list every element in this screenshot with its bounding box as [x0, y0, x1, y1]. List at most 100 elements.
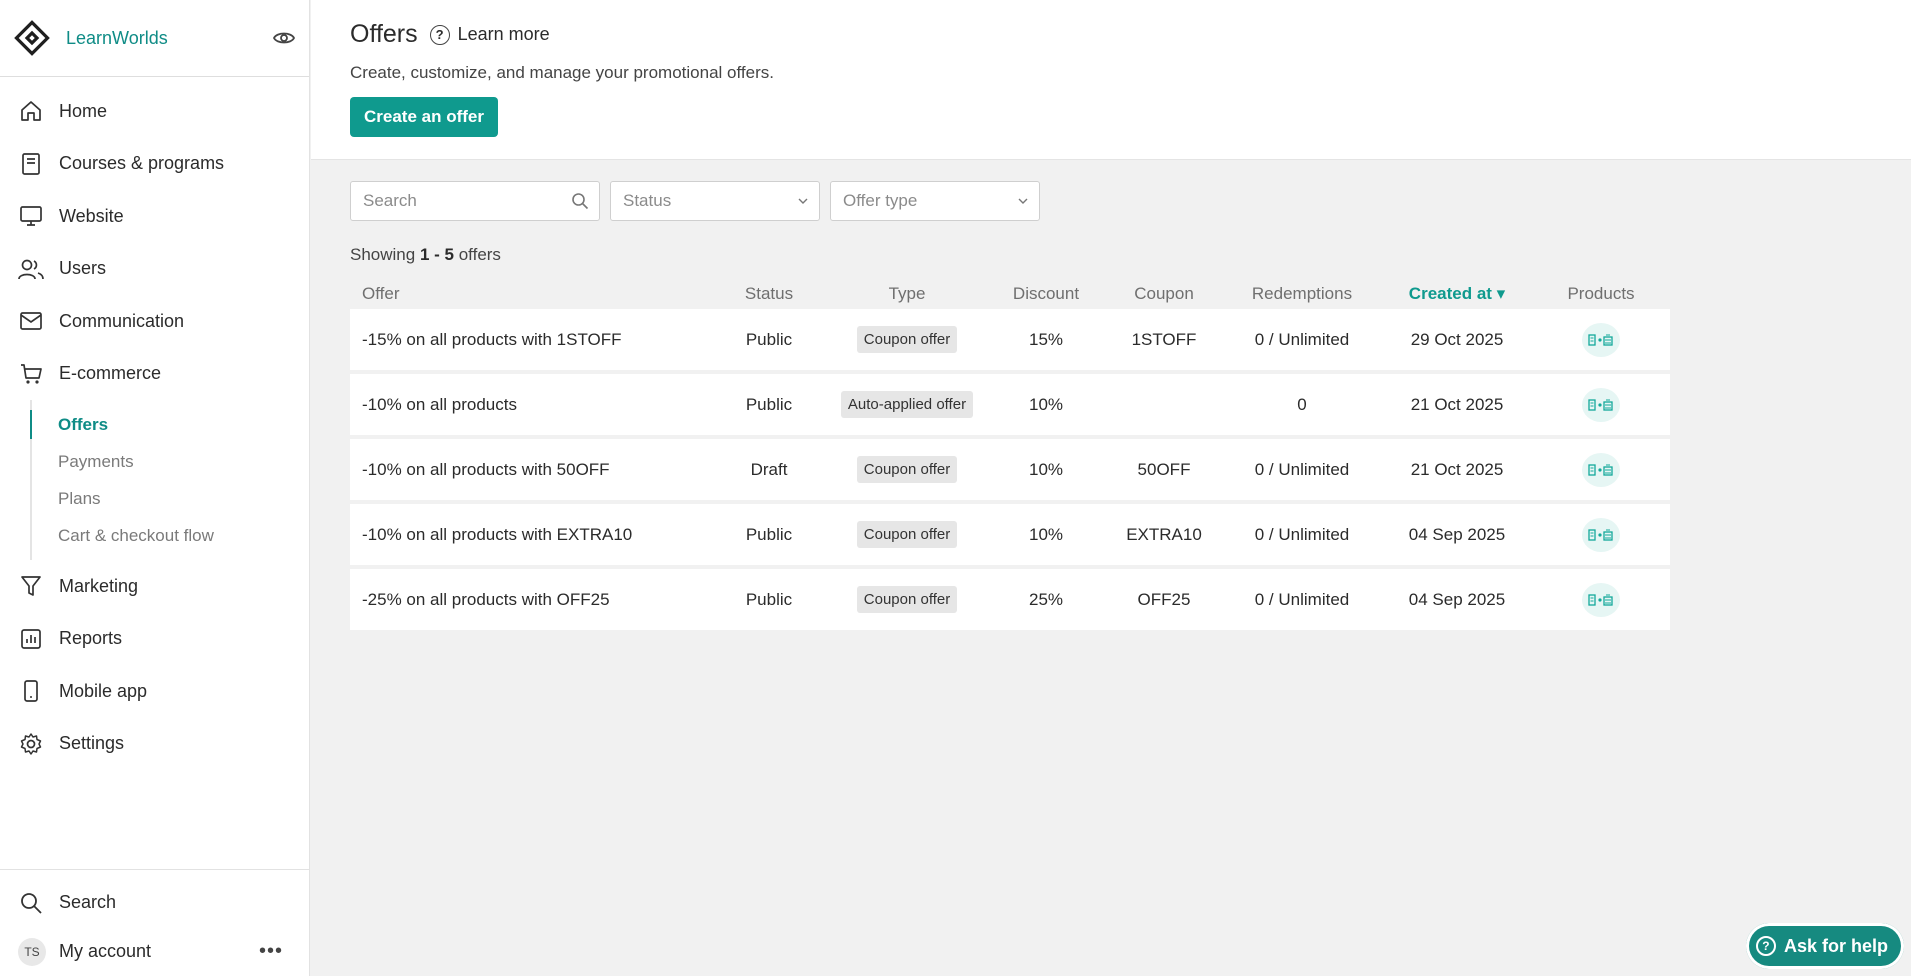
sub-item-payments[interactable]: Payments: [32, 443, 309, 480]
offer-created-at: 29 Oct 2025: [1410, 329, 1504, 349]
sub-item-offers[interactable]: Offers: [30, 406, 309, 443]
offer-status: Draft: [750, 459, 788, 479]
offer-discount: 15%: [1028, 329, 1064, 349]
offer-type-select-placeholder: Offer type: [843, 191, 918, 210]
nav-item-website[interactable]: Website: [0, 190, 309, 243]
users-icon: [18, 256, 44, 282]
status-select-placeholder: Status: [623, 191, 672, 210]
offer-coupon: 50OFF: [1137, 459, 1191, 479]
sub-item-plans[interactable]: Plans: [32, 480, 309, 517]
offer-products-cell: [1532, 322, 1670, 357]
ask-for-help-button[interactable]: ? Ask for help: [1745, 923, 1904, 969]
nav-item-settings[interactable]: Settings: [0, 718, 309, 771]
products-icon[interactable]: [1582, 322, 1620, 357]
offer-type-badge: Coupon offer: [856, 326, 958, 353]
offer-redemptions: 0 / Unlimited: [1254, 589, 1350, 609]
ecommerce-submenu: Offers Payments Plans Cart & checkout fl…: [30, 400, 309, 560]
column-header-status[interactable]: Status: [710, 284, 828, 304]
offer-type-cell: Coupon offer: [828, 456, 986, 483]
offer-type-cell: Coupon offer: [828, 586, 986, 613]
learn-more-link[interactable]: ? Learn more: [429, 24, 550, 45]
nav-label: E-commerce: [59, 363, 162, 384]
offers-content: Status Offer type Showing 1 - 5 offers O…: [311, 160, 1911, 630]
book-icon: [18, 151, 44, 177]
table-row[interactable]: -10% on all products Public Auto-applied o…: [350, 374, 1670, 435]
offer-coupon: OFF25: [1137, 589, 1191, 609]
my-account-label: My account: [59, 941, 152, 961]
offer-type-badge: Coupon offer: [856, 521, 958, 548]
offer-name[interactable]: -10% on all products with EXTRA10: [350, 525, 710, 545]
nav-item-communication[interactable]: Communication: [0, 295, 309, 348]
products-icon[interactable]: [1582, 387, 1620, 422]
main-content: Offers ? Learn more Create, customize, a…: [311, 0, 1911, 976]
more-options-icon[interactable]: •••: [259, 940, 283, 963]
offer-name[interactable]: -25% on all products with OFF25: [350, 590, 710, 610]
table-row[interactable]: -10% on all products with 50OFF Draft Coup…: [350, 439, 1670, 500]
nav-item-marketing[interactable]: Marketing: [0, 560, 309, 613]
offer-name[interactable]: -10% on all products: [350, 395, 710, 415]
offer-redemptions: 0 / Unlimited: [1254, 329, 1350, 349]
funnel-icon: [18, 573, 44, 599]
offer-redemptions: 0 / Unlimited: [1254, 524, 1350, 544]
products-icon[interactable]: [1582, 582, 1620, 617]
nav-item-home[interactable]: Home: [0, 85, 309, 138]
table-row[interactable]: -15% on all products with 1STOFF Public Co…: [350, 309, 1670, 370]
nav-item-users[interactable]: Users: [0, 243, 309, 296]
nav-label: Home: [59, 100, 108, 121]
nav-item-courses[interactable]: Courses & programs: [0, 138, 309, 191]
nav-item-mobile-app[interactable]: Mobile app: [0, 665, 309, 718]
create-offer-button[interactable]: Create an offer: [350, 97, 498, 137]
status-select[interactable]: Status: [610, 181, 820, 221]
my-account[interactable]: TS My account •••: [0, 927, 309, 976]
offer-created-at: 04 Sep 2025: [1408, 524, 1506, 544]
phone-icon: [18, 678, 44, 704]
nav-item-reports[interactable]: Reports: [0, 613, 309, 666]
offer-coupon: 1STOFF: [1131, 329, 1197, 349]
cart-icon: [18, 361, 44, 387]
products-icon[interactable]: [1582, 517, 1620, 552]
offer-status: Public: [745, 589, 793, 609]
learnworlds-logo[interactable]: [12, 18, 52, 58]
offer-created-at: 04 Sep 2025: [1408, 589, 1506, 609]
eye-icon[interactable]: [271, 25, 297, 51]
offer-type-select[interactable]: Offer type: [830, 181, 1040, 221]
column-header-redemptions[interactable]: Redemptions: [1222, 284, 1382, 304]
offers-table: Offer Status Type Discount Coupon Redemp…: [350, 279, 1670, 630]
offer-type-cell: Coupon offer: [828, 326, 986, 353]
offer-coupon: EXTRA10: [1126, 524, 1202, 544]
offer-name[interactable]: -10% on all products with 50OFF: [350, 460, 710, 480]
learn-more-label: Learn more: [457, 24, 550, 44]
column-header-discount[interactable]: Discount: [986, 284, 1106, 304]
avatar: TS: [18, 937, 46, 966]
sidebar-search[interactable]: Search: [0, 878, 309, 927]
sub-item-cart-checkout[interactable]: Cart & checkout flow: [32, 517, 309, 554]
column-header-offer[interactable]: Offer: [350, 284, 710, 304]
products-icon[interactable]: [1582, 452, 1620, 487]
column-header-type[interactable]: Type: [828, 284, 986, 304]
results-count-suffix: offers: [458, 245, 501, 264]
sidebar: LearnWorlds Home Courses & programs Webs…: [0, 0, 310, 976]
help-circle-icon: ?: [1755, 936, 1776, 956]
ask-for-help-label: Ask for help: [1783, 935, 1888, 956]
column-header-created-at[interactable]: Created at ▾: [1382, 284, 1532, 304]
table-row[interactable]: -25% on all products with OFF25 Public Cou…: [350, 569, 1670, 630]
offer-status: Public: [745, 329, 793, 349]
chevron-down-icon: [797, 197, 809, 205]
offer-name[interactable]: -15% on all products with 1STOFF: [350, 330, 710, 350]
search-input[interactable]: [363, 191, 587, 211]
gear-icon: [18, 731, 44, 757]
column-header-coupon[interactable]: Coupon: [1106, 284, 1222, 304]
nav-label: Mobile app: [59, 680, 148, 701]
table-row[interactable]: -10% on all products with EXTRA10 Public C…: [350, 504, 1670, 565]
offer-type-cell: Auto-applied offer: [828, 391, 986, 418]
nav-item-ecommerce[interactable]: E-commerce: [0, 348, 309, 401]
offer-discount: 10%: [1028, 459, 1064, 479]
offer-status: Public: [745, 394, 793, 414]
nav-label: Users: [59, 258, 107, 279]
offer-created-at: 21 Oct 2025: [1410, 459, 1504, 479]
offer-type-cell: Coupon offer: [828, 521, 986, 548]
nav-label: Website: [59, 205, 124, 226]
offer-products-cell: [1532, 452, 1670, 487]
page-subtitle: Create, customize, and manage your promo…: [350, 63, 774, 82]
main-nav: Home Courses & programs Website Users Co…: [0, 77, 309, 770]
